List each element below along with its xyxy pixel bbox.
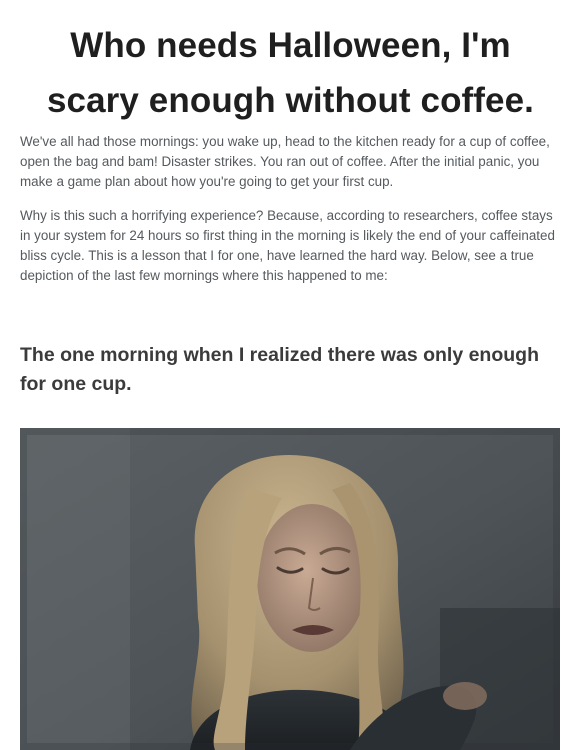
crying-woman-gif xyxy=(20,428,560,750)
article-title: Who needs Halloween, I'm scary enough wi… xyxy=(46,26,535,120)
crying-woman-illustration xyxy=(20,428,560,750)
article-paragraph-explanation: Why is this such a horrifying experience… xyxy=(20,208,555,283)
article-paragraph-intro: We've all had those mornings: you wake u… xyxy=(20,134,550,189)
section-subheading: The one morning when I realized there wa… xyxy=(20,344,539,395)
email-article: Who needs Halloween, I'm scary enough wi… xyxy=(0,0,581,750)
